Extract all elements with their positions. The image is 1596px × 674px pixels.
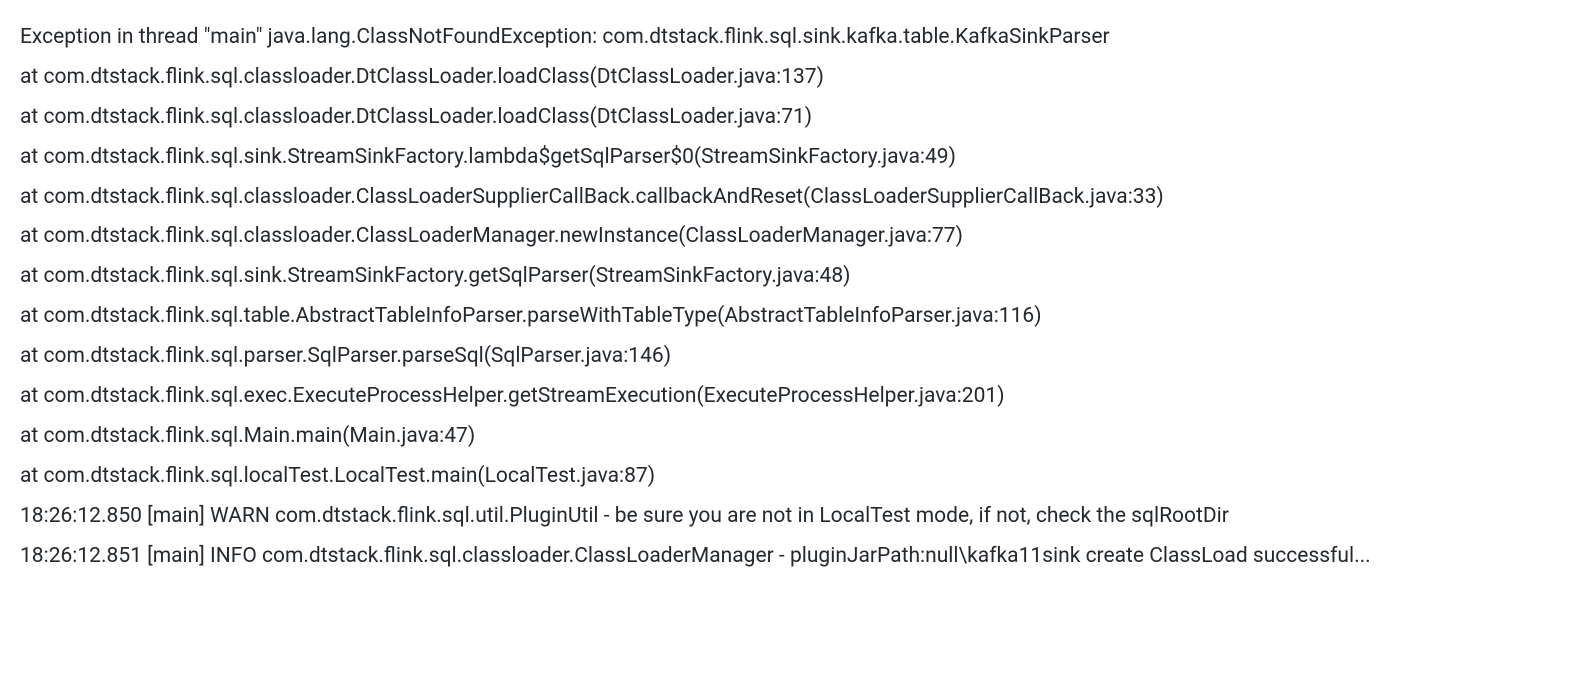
stack-frame: at com.dtstack.flink.sql.exec.ExecutePro… [20, 377, 1576, 417]
stack-frame: at com.dtstack.flink.sql.table.AbstractT… [20, 297, 1576, 337]
stack-frame: at com.dtstack.flink.sql.localTest.Local… [20, 457, 1576, 497]
stack-frame: at com.dtstack.flink.sql.sink.StreamSink… [20, 138, 1576, 178]
log-info-line: 18:26:12.851 [main] INFO com.dtstack.fli… [20, 537, 1576, 577]
stack-frame: at com.dtstack.flink.sql.Main.main(Main.… [20, 417, 1576, 457]
stack-frame: at com.dtstack.flink.sql.classloader.DtC… [20, 98, 1576, 138]
log-warn-line: 18:26:12.850 [main] WARN com.dtstack.fli… [20, 497, 1576, 537]
stack-frame: at com.dtstack.flink.sql.sink.StreamSink… [20, 257, 1576, 297]
exception-header: Exception in thread "main" java.lang.Cla… [20, 18, 1576, 58]
stack-trace-block: Exception in thread "main" java.lang.Cla… [20, 18, 1576, 576]
stack-frame: at com.dtstack.flink.sql.classloader.Cla… [20, 217, 1576, 257]
stack-frame: at com.dtstack.flink.sql.classloader.Cla… [20, 178, 1576, 218]
stack-frame: at com.dtstack.flink.sql.parser.SqlParse… [20, 337, 1576, 377]
stack-frame: at com.dtstack.flink.sql.classloader.DtC… [20, 58, 1576, 98]
